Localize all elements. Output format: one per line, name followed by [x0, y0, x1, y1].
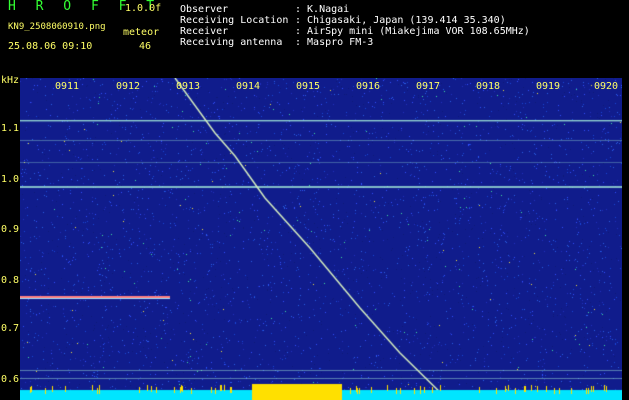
info-row-location: Receiving Location : Chigasaki, Japan (13… [180, 15, 506, 26]
y-tick-label: 0.8 [1, 275, 20, 286]
mode-label: meteor [123, 27, 160, 38]
info-row-antenna: Receiving antenna : Maspro FM-3 [180, 37, 373, 48]
filename-label: KN9_2508060910.png [8, 22, 106, 32]
x-tick-label: 0918 [476, 81, 501, 92]
x-tick-label: 0919 [536, 81, 561, 92]
info-label: Receiving Location [180, 15, 289, 26]
x-tick-label: 0917 [416, 81, 441, 92]
count-label: 46 [139, 41, 152, 52]
x-tick-label: 0920 [594, 81, 619, 92]
y-tick-label: 1.1 [1, 123, 20, 134]
info-value: : AirSpy mini (Miakejima VOR 108.65MHz) [295, 26, 530, 37]
info-label: Receiver [180, 26, 229, 37]
info-row-observer: Observer : K.Nagai [180, 4, 349, 15]
unit-label: kHz [1, 75, 20, 86]
info-value: : Chigasaki, Japan (139.414 35.340) [295, 15, 506, 26]
x-tick-label: 0911 [55, 81, 80, 92]
y-tick-label: 0.6 [1, 374, 20, 385]
spectrogram-panel [20, 78, 622, 400]
info-label: Observer [180, 4, 229, 15]
y-tick-label: 0.9 [1, 224, 20, 235]
x-tick-label: 0914 [236, 81, 261, 92]
y-tick-label: 1.0 [1, 174, 20, 185]
info-row-receiver: Receiver : AirSpy mini (Miakejima VOR 108… [180, 26, 530, 37]
info-value: : Maspro FM-3 [295, 37, 374, 48]
x-tick-label: 0916 [356, 81, 381, 92]
version-label: 1.0.0f [125, 3, 162, 14]
y-tick-label: 0.7 [1, 323, 20, 334]
info-value: : K.Nagai [295, 4, 350, 15]
spectrogram-canvas [20, 78, 622, 400]
x-tick-label: 0915 [296, 81, 321, 92]
datetime-label: 25.08.06 09:10 [8, 41, 93, 52]
x-tick-label: 0913 [176, 81, 201, 92]
x-tick-label: 0912 [116, 81, 141, 92]
info-label: Receiving antenna [180, 37, 283, 48]
